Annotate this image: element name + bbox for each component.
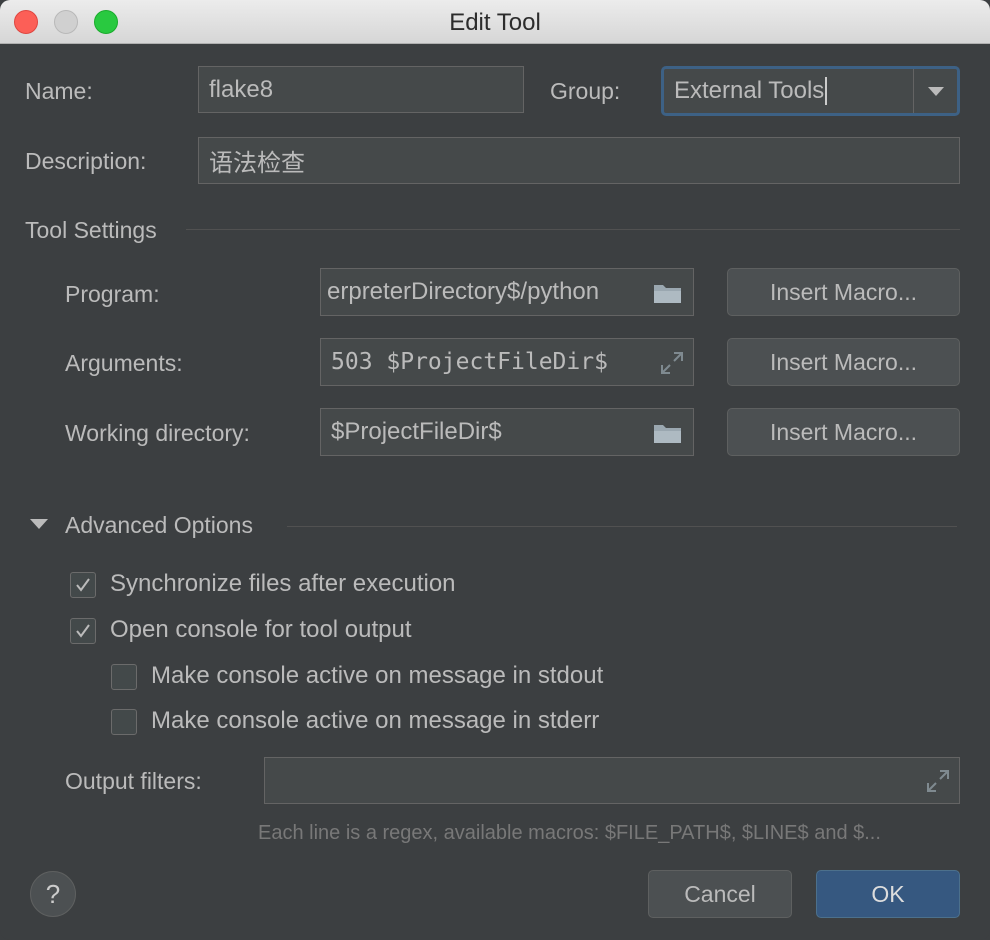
program-value: erpreterDirectory$/python [327,278,600,305]
working-directory-label: Working directory: [65,420,250,446]
program-label: Program: [65,281,160,307]
group-dropdown-arrow[interactable] [913,69,957,113]
group-label: Group: [550,78,621,104]
arguments-label: Arguments: [65,350,183,376]
console-active-stdout-label[interactable]: Make console active on message in stdout [151,662,603,690]
checkbox-synchronize-files[interactable] [70,572,96,598]
description-label: Description: [25,148,147,174]
text-caret [825,77,828,106]
title-bar: Edit Tool [0,0,990,44]
edit-tool-dialog: Edit Tool Name: flake8 Group: External T… [0,0,990,940]
output-filters-input[interactable] [264,757,960,804]
expand-icon[interactable] [659,350,685,376]
output-filters-label: Output filters: [65,768,202,794]
folder-icon[interactable] [653,282,683,304]
description-input[interactable]: 语法检查 [198,137,960,184]
ok-button[interactable]: OK [816,870,960,918]
arguments-insert-macro-button[interactable]: Insert Macro... [727,338,960,386]
chevron-down-icon [927,86,944,96]
tool-settings-heading: Tool Settings [25,217,157,243]
program-input[interactable]: erpreterDirectory$/python [320,268,694,316]
working-directory-input[interactable]: $ProjectFileDir$ [320,408,694,456]
name-label: Name: [25,78,93,104]
group-value: External Tools [674,76,825,104]
program-insert-macro-button[interactable]: Insert Macro... [727,268,960,316]
expand-icon[interactable] [925,768,951,794]
checkmark-icon [76,624,90,638]
cancel-button[interactable]: Cancel [648,870,792,918]
description-value: 语法检查 [209,150,305,177]
tool-settings-divider [186,229,960,230]
name-input[interactable]: flake8 [198,66,524,113]
arguments-input[interactable]: 503 $ProjectFileDir$ [320,338,694,386]
console-active-stderr-label[interactable]: Make console active on message in stderr [151,707,599,735]
output-filters-hint: Each line is a regex, available macros: … [258,822,881,844]
help-button[interactable]: ? [30,871,76,917]
checkbox-console-active-stderr[interactable] [111,709,137,735]
synchronize-files-label[interactable]: Synchronize files after execution [110,570,456,598]
checkmark-icon [76,578,90,592]
name-value: flake8 [209,75,274,103]
checkbox-console-active-stdout[interactable] [111,664,137,690]
checkbox-open-console[interactable] [70,618,96,644]
advanced-options-heading[interactable]: Advanced Options [65,512,253,539]
working-directory-value: $ProjectFileDir$ [331,418,502,445]
group-combobox[interactable]: External Tools [661,66,960,116]
working-directory-insert-macro-button[interactable]: Insert Macro... [727,408,960,456]
folder-icon[interactable] [653,422,683,444]
open-console-label[interactable]: Open console for tool output [110,616,412,644]
collapse-triangle-icon[interactable] [30,519,48,529]
window-title: Edit Tool [449,9,541,36]
advanced-options-divider [287,526,957,527]
arguments-value: 503 $ProjectFileDir$ [331,349,608,375]
